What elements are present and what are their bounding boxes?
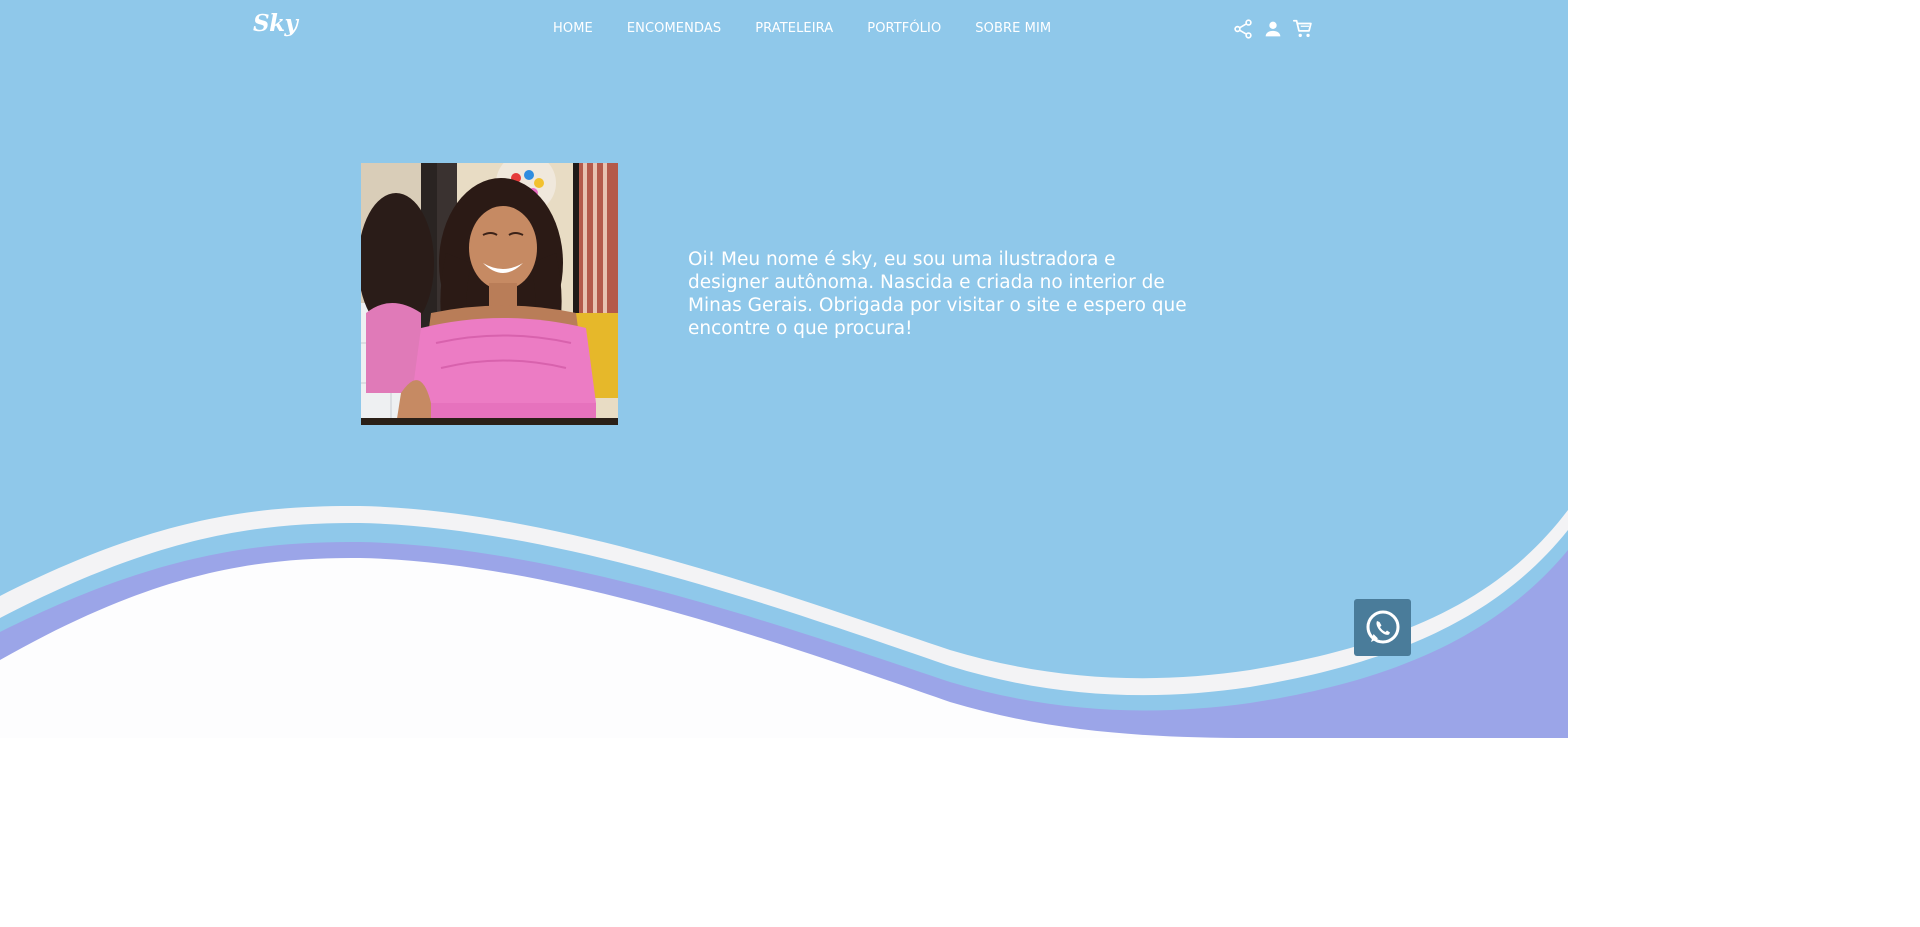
- about-text: Oi! Meu nome é sky, eu sou uma ilustrado…: [688, 249, 1187, 339]
- nav-encomendas-link[interactable]: ENCOMENDAS: [627, 21, 721, 37]
- wave-light-stripe: [0, 505, 1568, 758]
- header-actions: [1232, 18, 1314, 40]
- user-icon[interactable]: [1262, 18, 1284, 40]
- nav-home-link[interactable]: HOME: [553, 21, 593, 37]
- nav-portfolio-link[interactable]: PORTFÓLIO: [867, 21, 941, 37]
- decorative-waves: [0, 505, 1568, 758]
- nav-prateleira-link[interactable]: PRATELEIRA: [755, 21, 833, 37]
- site-logo[interactable]: Sky: [253, 12, 298, 35]
- cart-icon[interactable]: [1292, 18, 1314, 40]
- nav-sobre-mim-link[interactable]: SOBRE MIM: [975, 21, 1051, 37]
- whatsapp-icon: [1366, 610, 1399, 643]
- wave-white-base: [0, 557, 1568, 758]
- main-nav: HOME ENCOMENDAS PRATELEIRA PORTFÓLIO SOB…: [553, 21, 1051, 37]
- profile-photo: [361, 163, 618, 425]
- page: Sky HOME ENCOMENDAS PRATELEIRA PORTFÓLIO…: [0, 0, 1568, 758]
- profile-photo-image: [361, 163, 618, 425]
- whatsapp-button[interactable]: [1354, 599, 1411, 656]
- share-icon[interactable]: [1232, 18, 1254, 40]
- wave-purple-stripe: [0, 541, 1568, 758]
- site-header: Sky HOME ENCOMENDAS PRATELEIRA PORTFÓLIO…: [0, 0, 1568, 58]
